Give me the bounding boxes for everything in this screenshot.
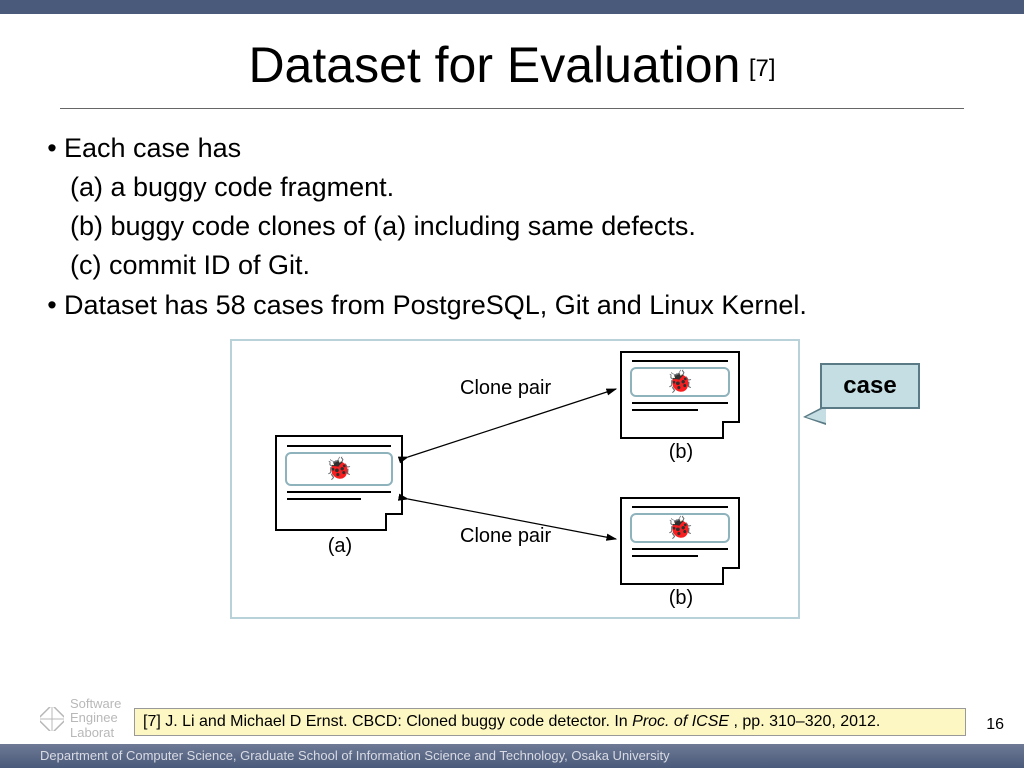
bullet-2-text: Dataset has 58 cases from PostgreSQL, Gi… bbox=[64, 286, 807, 325]
doc-b-top: 🐞 bbox=[620, 351, 740, 439]
top-bar bbox=[0, 0, 1024, 14]
page-number: 16 bbox=[986, 716, 1004, 734]
logo-line3: Laborat bbox=[70, 726, 121, 740]
content-area: • Each case has (a) a buggy code fragmen… bbox=[40, 129, 984, 325]
title-divider bbox=[60, 108, 964, 109]
doc-a-label: (a) bbox=[315, 535, 365, 558]
doc-b-bottom: 🐞 bbox=[620, 497, 740, 585]
bullet-1-text: Each case has bbox=[64, 129, 241, 168]
citation-suffix: , pp. 310–320, 2012. bbox=[734, 713, 881, 730]
doc-b-top-label: (b) bbox=[656, 441, 706, 464]
logo-text: Software Enginee Laborat bbox=[70, 697, 121, 740]
footer-text: Department of Computer Science, Graduate… bbox=[40, 748, 670, 763]
bullet-marker: • bbox=[40, 129, 64, 168]
title-area: Dataset for Evaluation [7] bbox=[0, 36, 1024, 94]
bug-frame-b2: 🐞 bbox=[630, 513, 730, 543]
citation-prefix: [7] J. Li and Michael D Ernst. CBCD: Clo… bbox=[143, 713, 632, 730]
citation-box: [7] J. Li and Michael D Ernst. CBCD: Clo… bbox=[134, 708, 966, 736]
logo-icon bbox=[40, 707, 64, 731]
title-reference: [7] bbox=[749, 55, 776, 82]
bug-icon: 🐞 bbox=[666, 517, 693, 539]
footer: Department of Computer Science, Graduate… bbox=[0, 744, 1024, 768]
sub-b: (b) buggy code clones of (a) including s… bbox=[70, 207, 984, 246]
clone-pair-label-top: Clone pair bbox=[460, 377, 551, 400]
logo-line1: Software bbox=[70, 697, 121, 711]
bug-icon: 🐞 bbox=[325, 458, 352, 480]
sub-a: (a) a buggy code fragment. bbox=[70, 168, 984, 207]
case-callout: case bbox=[820, 363, 920, 409]
lab-logo: Software Enginee Laborat bbox=[40, 697, 121, 740]
sub-c: (c) commit ID of Git. bbox=[70, 246, 984, 285]
bullet-2: • Dataset has 58 cases from PostgreSQL, … bbox=[40, 286, 984, 325]
bug-icon: 🐞 bbox=[666, 371, 693, 393]
citation-venue: Proc. of ICSE bbox=[632, 713, 733, 730]
clone-pair-label-bottom: Clone pair bbox=[460, 525, 551, 548]
bullet-1: • Each case has bbox=[40, 129, 984, 168]
page-title: Dataset for Evaluation bbox=[248, 37, 740, 93]
diagram: 🐞 (a) 🐞 (b) 🐞 (b) Clone pair Clone pair bbox=[0, 339, 1024, 639]
doc-a: 🐞 bbox=[275, 435, 403, 531]
bullet-marker: • bbox=[40, 286, 64, 325]
bug-frame-a: 🐞 bbox=[285, 452, 393, 486]
doc-b-bottom-label: (b) bbox=[656, 587, 706, 610]
logo-line2: Enginee bbox=[70, 711, 121, 725]
case-callout-tail bbox=[806, 407, 826, 423]
bug-frame-b1: 🐞 bbox=[630, 367, 730, 397]
case-label: case bbox=[843, 372, 896, 400]
